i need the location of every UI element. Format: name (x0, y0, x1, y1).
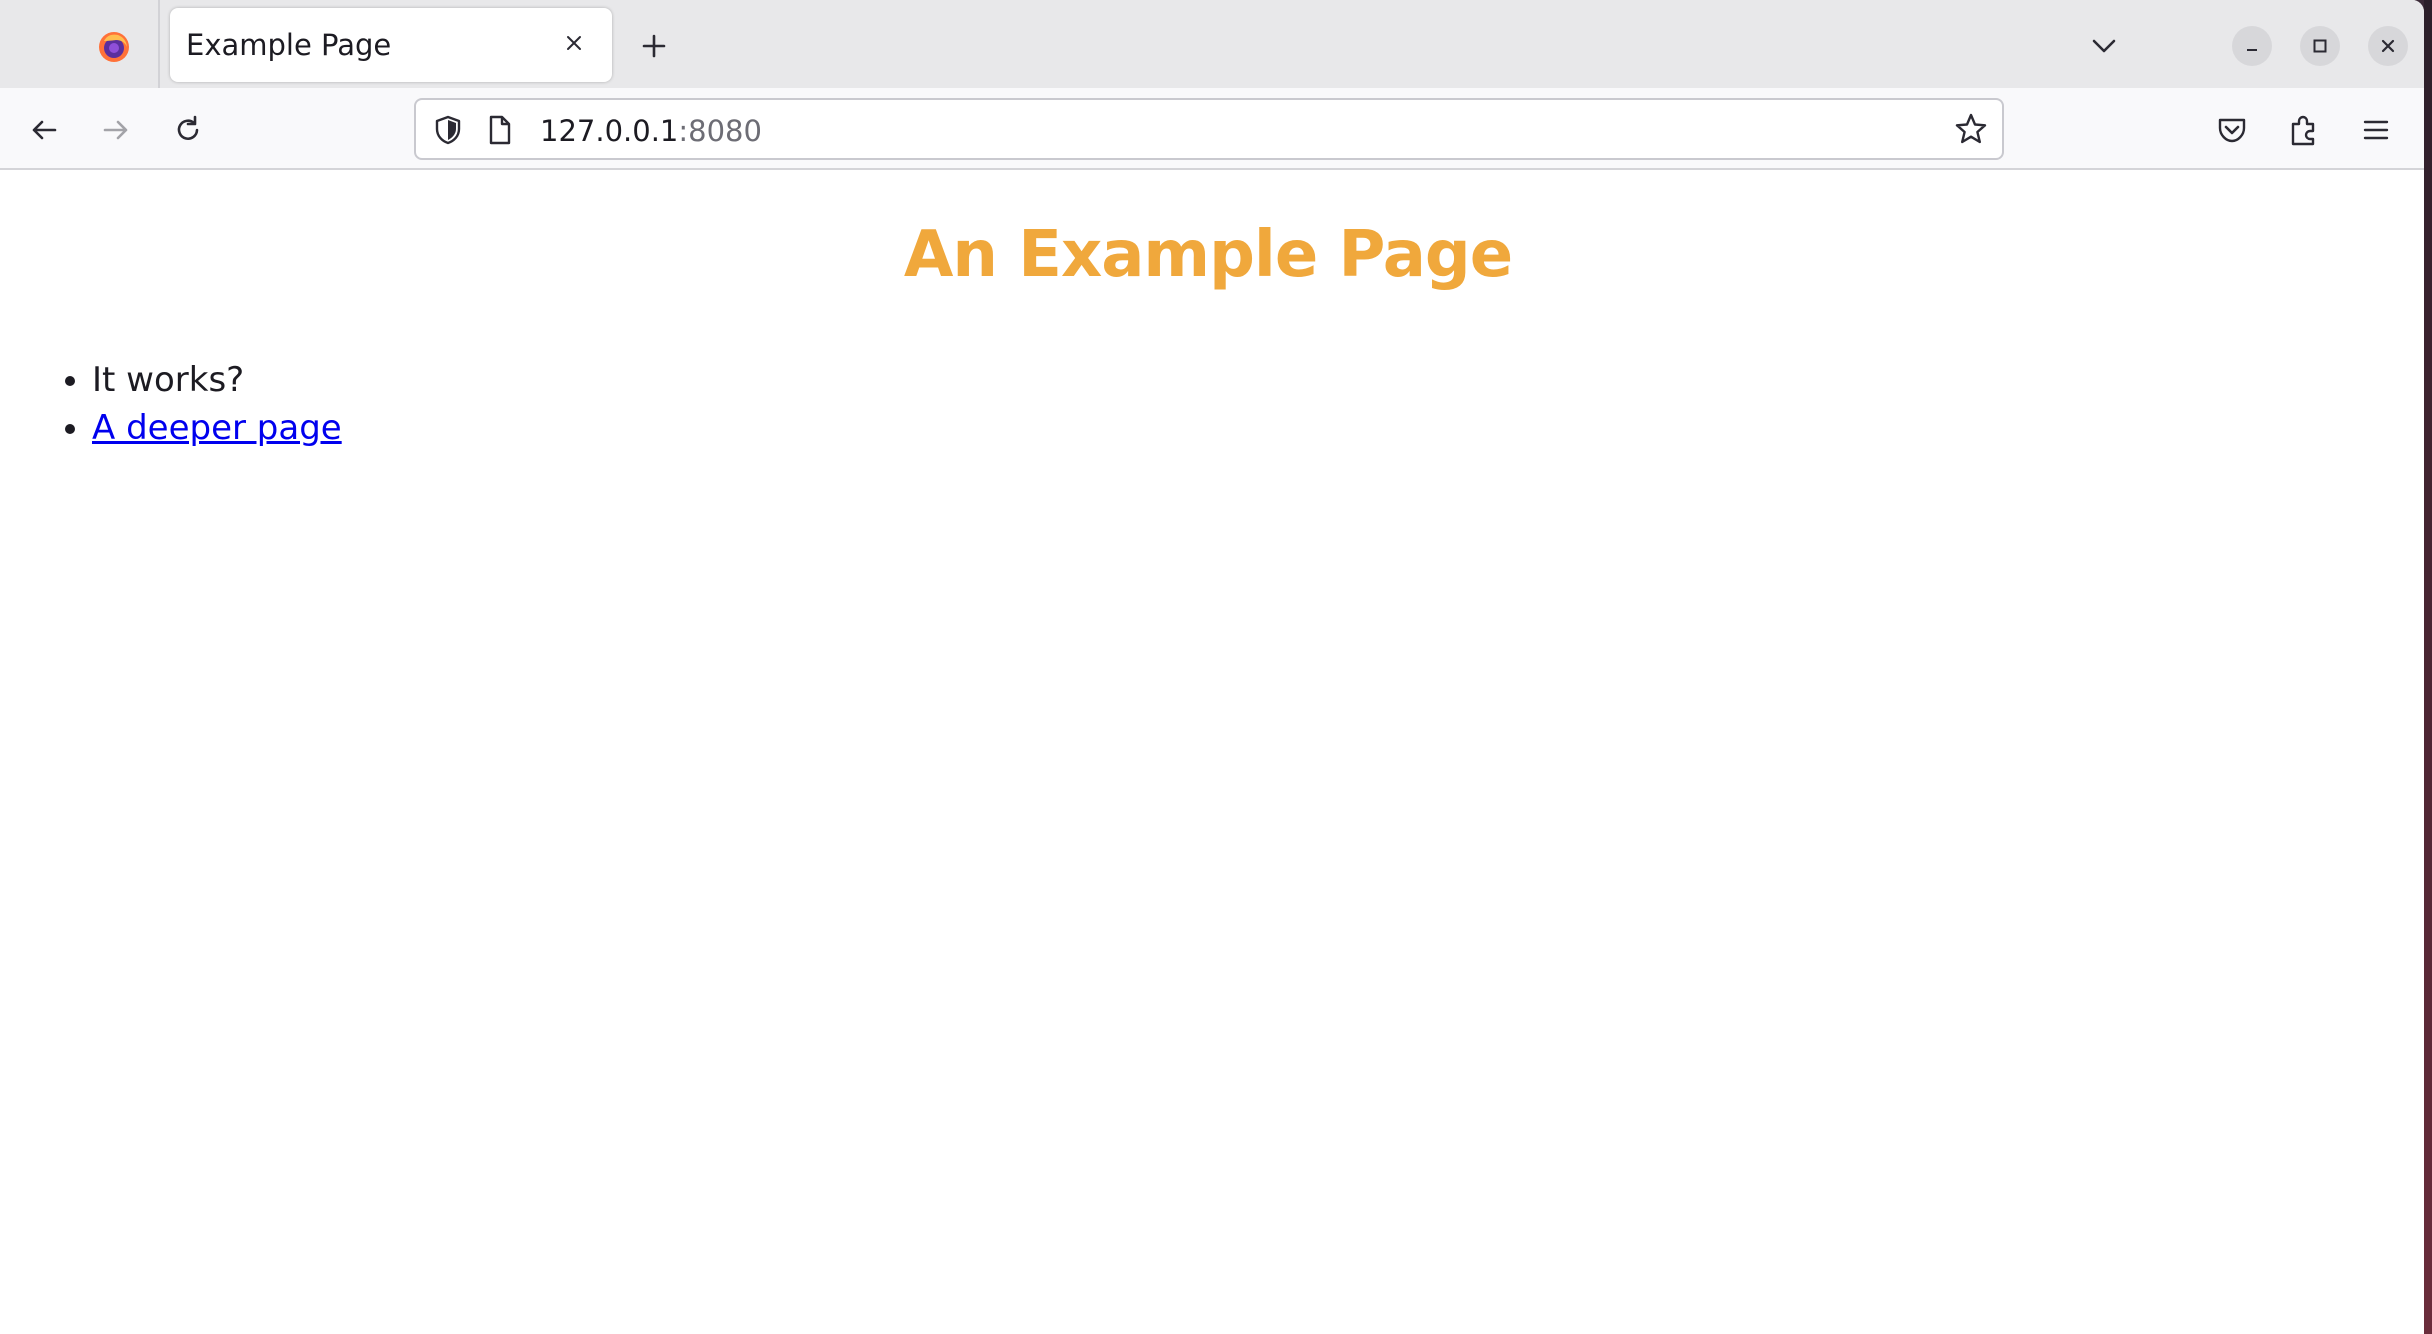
close-icon (567, 36, 581, 50)
deeper-page-link[interactable]: A deeper page (92, 408, 342, 448)
shield-icon (435, 115, 461, 145)
maximize-icon (2313, 39, 2327, 53)
bookmark-button[interactable] (1952, 110, 1990, 148)
browser-window: Example Page 127.0.0.1:8080 An Example P… (0, 0, 2424, 1334)
page-content: An Example Page It works? A deeper page (0, 170, 2424, 1334)
address-bar[interactable]: 127.0.0.1:8080 (414, 98, 2004, 160)
tab-example-page[interactable]: Example Page (170, 8, 612, 82)
maximize-button[interactable] (2300, 26, 2340, 66)
close-window-button[interactable] (2368, 26, 2408, 66)
hamburger-icon (2363, 120, 2389, 140)
close-tab-button[interactable] (556, 25, 592, 61)
reload-icon (177, 115, 199, 140)
page-icon (489, 115, 511, 145)
page-list: It works? A deeper page (0, 356, 342, 452)
list-item-text: It works? (92, 360, 245, 400)
tracking-protection-button[interactable] (430, 112, 466, 148)
url-port: :8080 (678, 114, 762, 148)
pocket-icon (2218, 118, 2246, 143)
pocket-button[interactable] (2206, 104, 2258, 156)
firefox-view-area[interactable] (0, 0, 160, 88)
tab-strip: Example Page (0, 0, 2424, 88)
navigation-toolbar: 127.0.0.1:8080 (0, 88, 2424, 170)
list-item: It works? (92, 356, 342, 404)
minimize-icon (2247, 49, 2257, 51)
site-info-button[interactable] (482, 112, 518, 148)
arrow-right-icon (103, 120, 128, 140)
reload-button[interactable] (162, 104, 214, 156)
page-title: An Example Page (903, 218, 1513, 292)
url-host: 127.0.0.1 (540, 114, 679, 148)
minimize-button[interactable] (2232, 26, 2272, 66)
new-tab-button[interactable] (630, 26, 678, 66)
url-text[interactable]: 127.0.0.1:8080 (540, 114, 762, 148)
firefox-logo-icon[interactable] (98, 31, 130, 63)
tab-title: Example Page (186, 28, 392, 62)
list-all-tabs-button[interactable] (2082, 26, 2126, 66)
application-menu-button[interactable] (2350, 104, 2402, 156)
close-icon (2381, 39, 2395, 53)
extensions-button[interactable] (2278, 104, 2330, 156)
back-button[interactable] (18, 104, 70, 156)
puzzle-icon (2291, 115, 2315, 146)
desktop-background (2424, 0, 2432, 1334)
chevron-down-icon (2092, 39, 2116, 53)
forward-button[interactable] (90, 104, 142, 156)
plus-icon (642, 34, 666, 58)
list-item: A deeper page (92, 404, 342, 452)
star-icon (1955, 113, 1987, 144)
arrow-left-icon (32, 120, 57, 140)
